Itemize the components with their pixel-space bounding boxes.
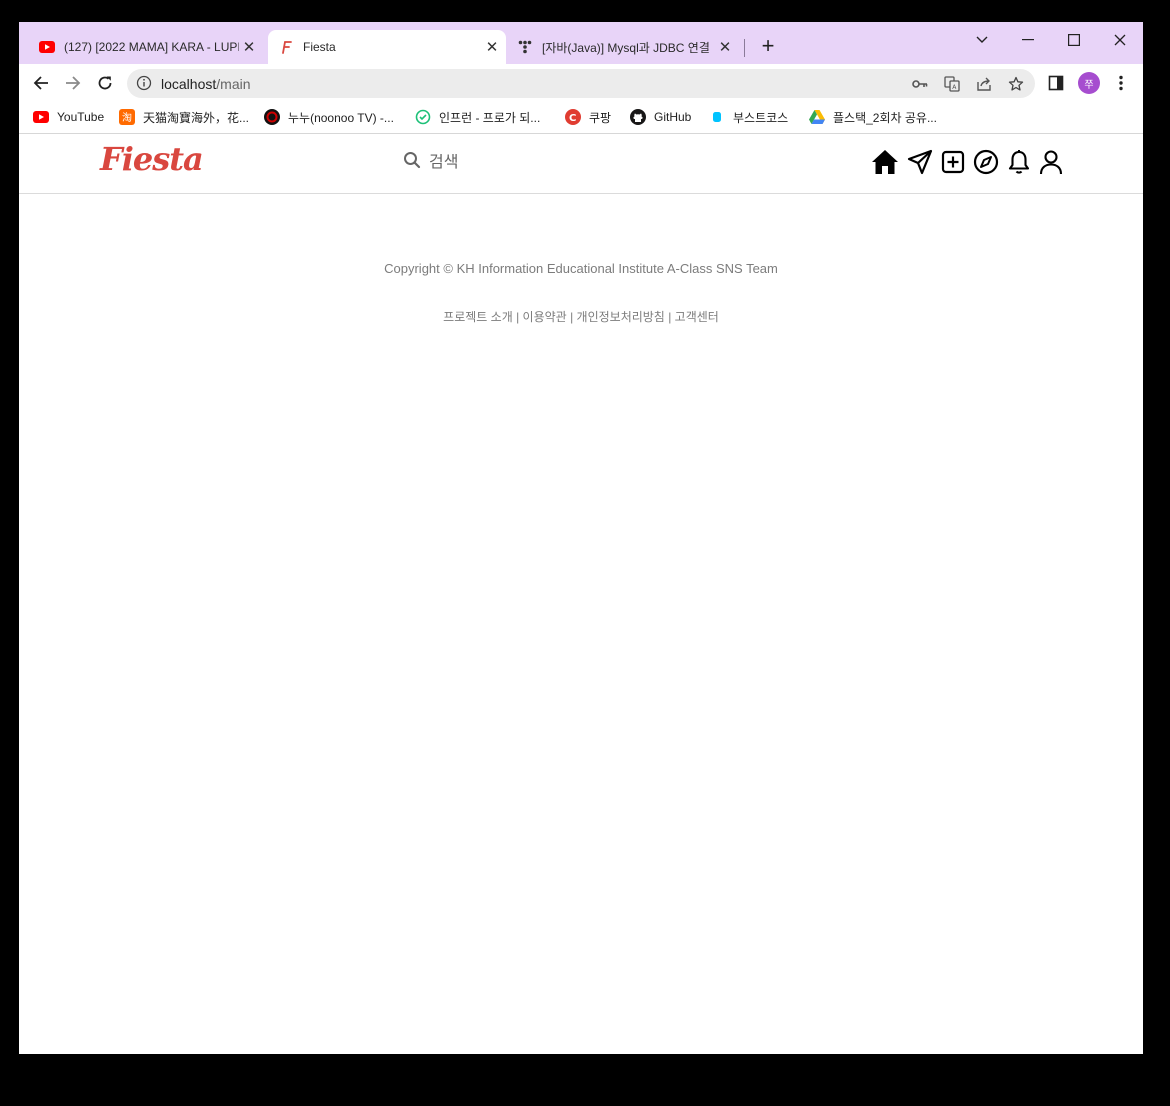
maximize-button[interactable] bbox=[1051, 26, 1097, 54]
plus-square-icon[interactable] bbox=[938, 147, 968, 177]
maximize-icon bbox=[1068, 34, 1080, 46]
search-bar[interactable] bbox=[403, 151, 609, 174]
search-icon bbox=[403, 151, 421, 174]
footer-link-privacy[interactable]: 개인정보처리방침 bbox=[577, 310, 665, 324]
share-icon[interactable] bbox=[975, 75, 993, 93]
translate-icon[interactable]: A bbox=[943, 75, 961, 93]
bookmark-taobao[interactable]: 淘 天猫淘寶海外，花... bbox=[119, 108, 249, 126]
footer-link-project-intro[interactable]: 프로젝트 소개 bbox=[443, 310, 513, 324]
site-header: Fiesta bbox=[19, 134, 1143, 194]
close-tab-icon[interactable]: ✕ bbox=[239, 38, 259, 56]
browser-window: (127) [2022 MAMA] KARA - LUPIN ✕ Fiesta … bbox=[19, 22, 1143, 1054]
tistory-icon bbox=[517, 39, 533, 55]
compass-icon[interactable] bbox=[971, 147, 1001, 177]
footer-link-terms[interactable]: 이용약관 bbox=[523, 310, 567, 324]
bookmark-label: GitHub bbox=[654, 110, 692, 124]
footer-copyright: Copyright © KH Information Educational I… bbox=[384, 261, 778, 276]
bell-icon[interactable] bbox=[1004, 147, 1034, 177]
footer-separator: | bbox=[668, 310, 672, 324]
reload-icon bbox=[98, 76, 112, 90]
back-button[interactable] bbox=[29, 71, 53, 95]
svg-text:淘: 淘 bbox=[122, 111, 132, 124]
inflearn-icon bbox=[415, 109, 431, 125]
side-panel-icon[interactable] bbox=[1046, 73, 1066, 93]
bookmark-label: 쿠팡 bbox=[589, 110, 612, 125]
url-host: localhost bbox=[161, 76, 217, 92]
address-url[interactable]: localhost/main bbox=[161, 76, 251, 92]
bookmark-label: 부스트코스 bbox=[733, 110, 789, 125]
youtube-icon bbox=[39, 39, 55, 55]
tab-separator bbox=[744, 39, 745, 57]
svg-text:C: C bbox=[569, 113, 576, 124]
google-drive-icon bbox=[809, 109, 825, 125]
tab-title: [자바(Java)] Mysql과 JDBC 연결 bbox=[542, 40, 710, 55]
arrow-right-icon bbox=[66, 76, 81, 90]
close-tab-icon[interactable]: ✕ bbox=[482, 38, 502, 56]
bookmark-label: YouTube bbox=[57, 110, 105, 124]
reload-button[interactable] bbox=[93, 71, 117, 95]
noonoo-icon bbox=[264, 109, 280, 125]
page-content: Fiesta 검색 Copyright © KH Information Edu… bbox=[19, 134, 1143, 1054]
forward-button[interactable] bbox=[61, 71, 85, 95]
bookmark-label: 天猫淘寶海外，花... bbox=[143, 110, 250, 125]
user-icon[interactable] bbox=[1036, 147, 1066, 177]
profile-avatar[interactable]: 쭈 bbox=[1078, 72, 1100, 94]
info-icon[interactable] bbox=[136, 75, 152, 96]
footer-link-support[interactable]: 고객센터 bbox=[675, 310, 719, 324]
chevron-down-icon bbox=[976, 36, 988, 43]
taobao-icon: 淘 bbox=[119, 109, 135, 125]
url-path: /main bbox=[216, 76, 251, 92]
minimize-icon bbox=[1022, 39, 1034, 41]
address-bar[interactable]: localhost/main A bbox=[127, 69, 1035, 98]
paper-plane-icon[interactable] bbox=[905, 147, 935, 177]
tab-tistory[interactable]: [자바(Java)] Mysql과 JDBC 연결 ✕ bbox=[507, 30, 739, 64]
close-icon bbox=[1114, 34, 1126, 46]
new-tab-button[interactable]: + bbox=[757, 35, 779, 57]
bookmark-google-drive[interactable]: 플스택_2회차 공유... bbox=[809, 108, 937, 126]
coupang-icon: C bbox=[565, 109, 581, 125]
tab-strip: (127) [2022 MAMA] KARA - LUPIN ✕ Fiesta … bbox=[19, 22, 1143, 64]
bookmark-inflearn[interactable]: 인프런 - 프로가 되... bbox=[415, 108, 540, 126]
tab-youtube[interactable]: (127) [2022 MAMA] KARA - LUPIN ✕ bbox=[29, 30, 263, 64]
fiesta-favicon bbox=[278, 39, 294, 55]
key-icon[interactable] bbox=[911, 75, 929, 93]
bookmark-boostcourse[interactable]: 부스트코스 bbox=[709, 108, 788, 126]
youtube-icon bbox=[33, 109, 49, 125]
footer-separator: | bbox=[516, 310, 520, 324]
browser-toolbar: localhost/main A 쭈 bbox=[19, 64, 1143, 102]
footer-separator: | bbox=[570, 310, 574, 324]
home-icon[interactable] bbox=[870, 147, 900, 177]
minimize-button[interactable] bbox=[1005, 26, 1051, 54]
footer-links: 프로젝트 소개 | 이용약관 | 개인정보처리방침 | 고객센터 bbox=[19, 308, 1143, 325]
boostcourse-icon bbox=[709, 109, 725, 125]
star-icon[interactable] bbox=[1007, 75, 1025, 93]
tab-fiesta[interactable]: Fiesta ✕ bbox=[268, 30, 506, 64]
more-menu-icon[interactable] bbox=[1111, 73, 1131, 93]
bookmark-github[interactable]: GitHub bbox=[630, 108, 691, 126]
bookmark-label: 인프런 - 프로가 되... bbox=[439, 110, 541, 125]
bookmarks-bar: YouTube 淘 天猫淘寶海外，花... 누누(noonoo TV) -...… bbox=[19, 102, 1143, 134]
tab-search-button[interactable] bbox=[959, 26, 1005, 54]
tab-title: Fiesta bbox=[303, 40, 336, 54]
bookmark-label: 누누(noonoo TV) -... bbox=[288, 110, 394, 125]
bookmark-coupang[interactable]: C 쿠팡 bbox=[565, 108, 611, 126]
bookmark-youtube[interactable]: YouTube bbox=[33, 108, 104, 126]
close-window-button[interactable] bbox=[1097, 26, 1143, 54]
tab-title: (127) [2022 MAMA] KARA - LUPIN bbox=[64, 40, 239, 54]
site-logo[interactable]: Fiesta bbox=[100, 140, 204, 178]
github-icon bbox=[630, 109, 646, 125]
bookmark-label: 플스택_2회차 공유... bbox=[833, 110, 937, 125]
bookmark-noonoo[interactable]: 누누(noonoo TV) -... bbox=[264, 108, 394, 126]
search-input[interactable] bbox=[429, 153, 609, 172]
arrow-left-icon bbox=[33, 76, 48, 90]
close-tab-icon[interactable]: ✕ bbox=[715, 38, 735, 56]
